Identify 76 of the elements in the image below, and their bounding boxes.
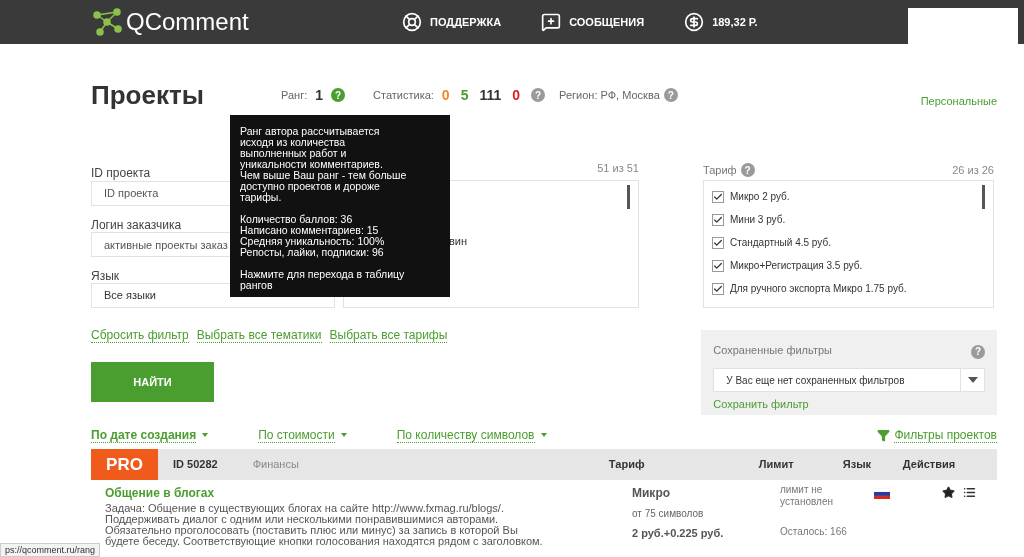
checkbox[interactable] (712, 213, 724, 226)
tariff-option: Для ручного экспорта Микро 1.75 руб. (730, 281, 907, 296)
remaining-text: Осталось: 166 (780, 525, 848, 539)
flag-icon (874, 488, 890, 499)
project-category: Финансы (252, 457, 299, 473)
saved-filters-label: Сохраненные фильтры (713, 342, 832, 358)
filter-icon (877, 428, 891, 442)
limit-text: лимит не установлен (780, 484, 834, 508)
tariff-option: Мини 3 руб. (730, 212, 786, 227)
topic-item[interactable]: вин (449, 233, 638, 250)
search-button[interactable]: НАЙТИ (91, 362, 214, 402)
filter-link[interactable]: Выбрать все тарифы (329, 328, 448, 343)
statistics-label: Статистика: (373, 87, 434, 103)
topics-count: 51 из 51 (597, 161, 639, 176)
scrollbar-thumb[interactable] (982, 185, 985, 209)
help-icon[interactable]: ? (331, 88, 346, 102)
nav-link[interactable]: СООБЩЕНИЯ (541, 12, 645, 32)
dropdown-caret-icon (967, 377, 978, 383)
sort-option[interactable]: По количеству символов (396, 427, 547, 443)
caret-icon (340, 433, 347, 437)
help-icon[interactable]: ? (531, 88, 546, 102)
tariff-option: Стандартный 4.5 руб. (730, 235, 831, 250)
field-label: Язык (91, 269, 120, 283)
checkbox[interactable] (712, 259, 724, 272)
caret-icon (202, 433, 209, 437)
tariff-name: Микро (632, 485, 672, 502)
coin-icon (684, 12, 705, 32)
star-icon[interactable] (942, 486, 955, 499)
statistic-value: 0 (441, 85, 450, 105)
tariff-option: Микро 2 руб. (730, 189, 790, 204)
help-icon[interactable]: ? (663, 88, 678, 102)
rank-label: Ранг: (281, 87, 308, 103)
message-plus-icon (541, 12, 562, 32)
saved-filter-select[interactable]: У Вас еще нет сохраненных фильтров (713, 368, 985, 392)
filter-link[interactable]: Выбрать все тематики (196, 328, 322, 343)
region-text: Регион: РФ, Москва (559, 87, 660, 103)
field-label: Логин заказчика (91, 217, 182, 232)
nav-link[interactable]: ПОДДЕРЖКА (402, 12, 502, 32)
sort-option[interactable]: По дате создания (91, 427, 209, 443)
column-header: Язык (842, 457, 873, 473)
network-logo-icon (92, 7, 122, 37)
checkbox[interactable] (712, 236, 724, 249)
logo-text[interactable]: QComment (126, 4, 249, 40)
tariff-count: 26 из 26 (952, 162, 994, 178)
status-url: ps://qcomment.ru/rang (0, 543, 101, 557)
column-header: Действия (902, 457, 956, 473)
project-title[interactable]: Общение в блогах (105, 484, 621, 502)
list-icon[interactable] (963, 486, 976, 499)
min-chars: от 75 символов (632, 507, 705, 521)
column-header: Тариф (608, 457, 646, 473)
filter-link[interactable]: Сбросить фильтр (91, 328, 189, 343)
scrollbar-thumb[interactable] (627, 185, 630, 209)
checkbox[interactable] (712, 190, 724, 203)
personal-link[interactable]: Персональные (920, 92, 997, 110)
statistic-value: 5 (460, 85, 469, 105)
caret-icon (540, 433, 547, 437)
help-icon[interactable]: ? (971, 344, 985, 359)
statistic-value: 0 (512, 85, 521, 105)
help-icon[interactable]: ? (740, 163, 755, 177)
page-title: Проекты (91, 78, 205, 112)
column-header: Лимит (758, 457, 795, 473)
price: 2 руб.+0.225 руб. (632, 526, 725, 541)
tariff-label: Тариф (703, 162, 737, 178)
lifebuoy-icon (402, 12, 422, 32)
project-filters-link[interactable]: Фильтры проектов (877, 427, 997, 443)
save-filter-link[interactable]: Сохранить фильтр (713, 396, 985, 413)
nav-link[interactable]: 189,32 Р. (684, 12, 758, 32)
statistic-value: 111 (479, 85, 502, 105)
checkbox[interactable] (712, 282, 724, 295)
pro-badge: PRO (91, 449, 158, 480)
project-description: Задача: Общение в существующих блогах на сайте http://www.fxmag.ru/blogs/. Поддерживать диалог с одним или несколькими понравившимися авторами. Обязательно проголосовать (поставить плюс или минус) за запись в которой Вы будете беседу. Соответствующие кнопки голосования находятся рядом с заголовком. (105, 503, 544, 547)
sort-option[interactable]: По стоимости (258, 427, 347, 443)
tariff-option: Микро+Регистрация 3.5 руб. (730, 258, 863, 273)
field-label: ID проекта (91, 166, 151, 180)
rank-value: 1 (315, 85, 324, 105)
project-id: ID 50282 (173, 457, 218, 473)
